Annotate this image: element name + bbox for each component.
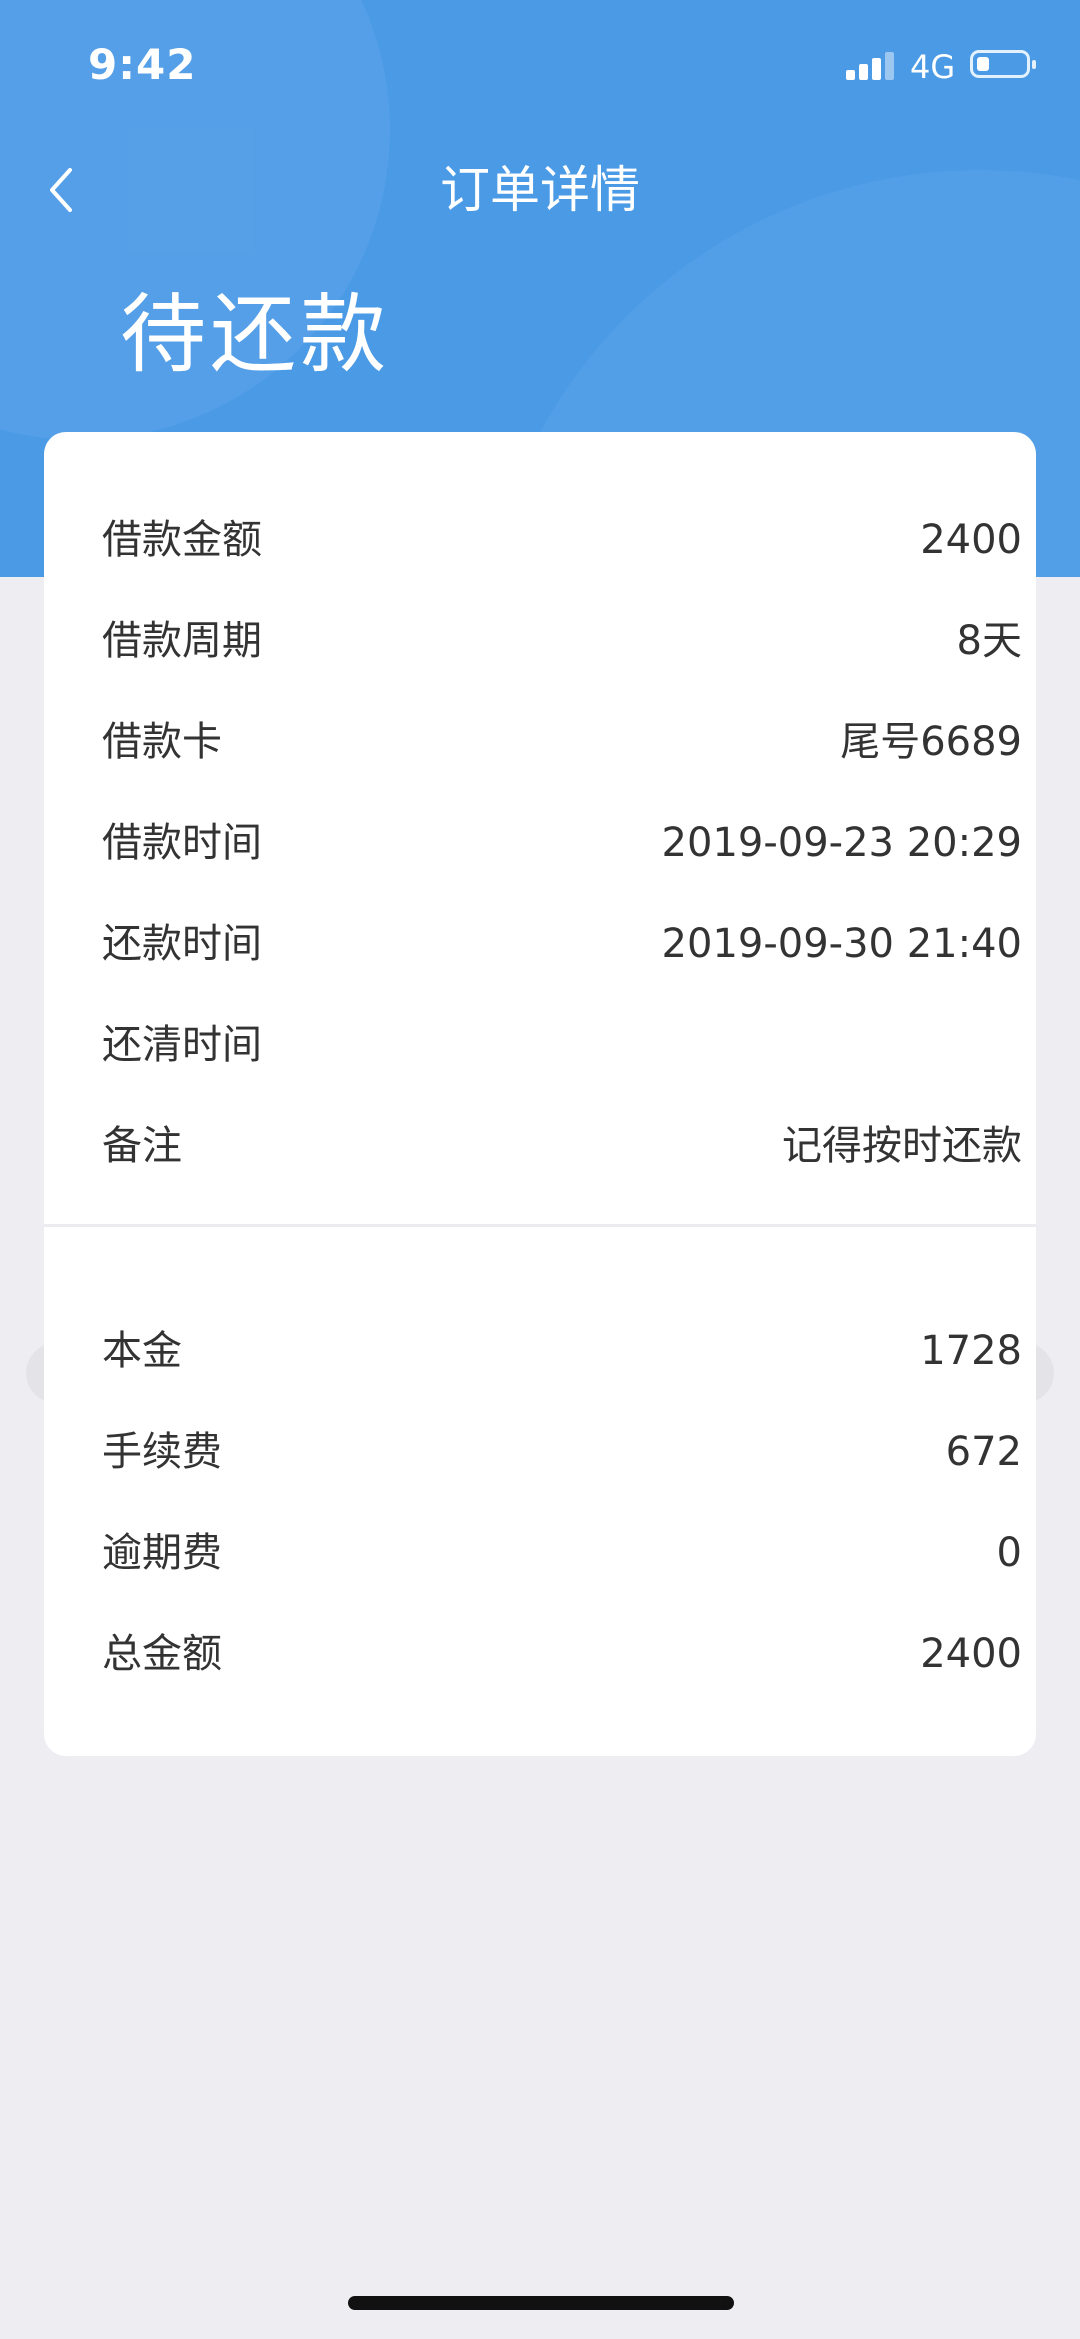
detail-label: 借款周期 — [102, 618, 262, 664]
battery-icon — [970, 50, 1036, 78]
fee-value: 1728 — [920, 1328, 1022, 1374]
detail-value: 2019-09-23 20:29 — [661, 820, 1022, 866]
fee-value: 0 — [996, 1530, 1022, 1576]
detail-row-repay-time: 还款时间 2019-09-30 21:40 — [102, 914, 1022, 974]
fee-row-overdue-fee: 逾期费 0 — [102, 1523, 1022, 1583]
detail-value: 2400 — [920, 517, 1022, 563]
signal-bars-icon — [846, 50, 898, 80]
fee-value: 2400 — [920, 1631, 1022, 1677]
fee-label: 本金 — [102, 1328, 182, 1374]
detail-label: 借款金额 — [102, 517, 262, 563]
order-status-title: 待还款 — [120, 285, 390, 385]
detail-label: 借款卡 — [102, 719, 222, 765]
detail-row-loan-period: 借款周期 8天 — [102, 611, 1022, 671]
detail-value: 记得按时还款 — [782, 1123, 1022, 1169]
detail-value: 8天 — [956, 618, 1022, 664]
fee-row-principal: 本金 1728 — [102, 1321, 1022, 1381]
detail-row-loan-time: 借款时间 2019-09-23 20:29 — [102, 813, 1022, 873]
home-indicator[interactable] — [348, 2296, 734, 2310]
fee-value: 672 — [945, 1429, 1022, 1475]
detail-label: 还款时间 — [102, 921, 262, 967]
detail-label: 借款时间 — [102, 820, 262, 866]
fee-label: 总金额 — [102, 1631, 222, 1677]
detail-value: 2019-09-30 21:40 — [661, 921, 1022, 967]
order-detail-card: 借款金额 2400 借款周期 8天 借款卡 尾号6689 借款时间 2019-0… — [44, 432, 1036, 1756]
detail-row-settled-time: 还清时间 — [102, 1015, 1022, 1075]
page-title: 订单详情 — [440, 161, 640, 219]
fee-row-service-fee: 手续费 672 — [102, 1422, 1022, 1482]
detail-row-loan-card: 借款卡 尾号6689 — [102, 712, 1022, 772]
status-bar: 9:42 4G — [0, 0, 1080, 130]
detail-label: 还清时间 — [102, 1022, 262, 1068]
detail-row-remark: 备注 记得按时还款 — [102, 1116, 1022, 1176]
network-type: 4G — [910, 48, 956, 86]
fee-label: 手续费 — [102, 1429, 222, 1475]
status-time: 9:42 — [88, 40, 197, 89]
divider — [44, 1224, 1036, 1227]
detail-label: 备注 — [102, 1123, 182, 1169]
detail-row-loan-amount: 借款金额 2400 — [102, 510, 1022, 570]
fee-row-total: 总金额 2400 — [102, 1624, 1022, 1684]
nav-bar: 订单详情 — [0, 140, 1080, 240]
detail-value: 尾号6689 — [840, 719, 1022, 765]
fee-label: 逾期费 — [102, 1530, 222, 1576]
